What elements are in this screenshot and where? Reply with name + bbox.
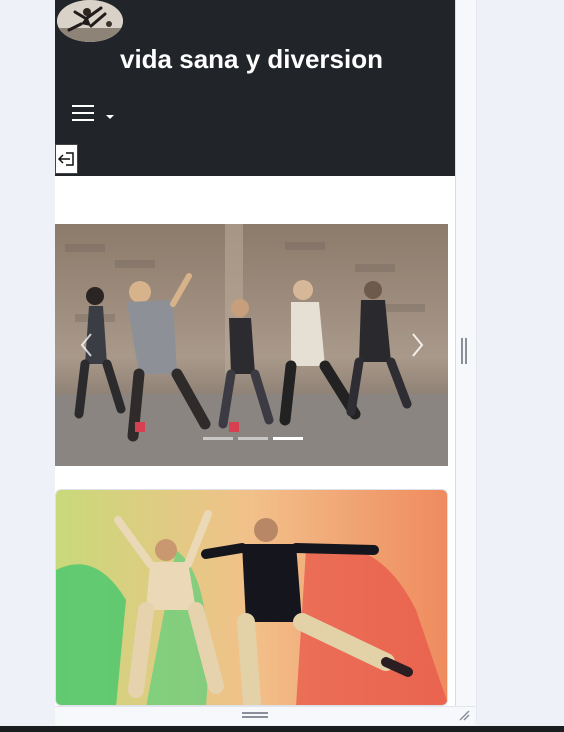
card-image: [55, 489, 448, 706]
caret-down-icon[interactable]: [106, 115, 114, 119]
taskbar-edge: [0, 726, 564, 732]
carousel-next-button[interactable]: [407, 330, 427, 360]
page-viewport: vida sana y diversion: [55, 0, 456, 706]
carousel-indicators: [55, 437, 448, 443]
resize-handle-bottom[interactable]: [242, 712, 268, 718]
logo[interactable]: [57, 0, 123, 42]
group-dancers-photo: [55, 224, 448, 466]
back-button[interactable]: [55, 144, 78, 174]
arrow-left-exit-icon: [57, 152, 74, 166]
menu-toggle-button[interactable]: [71, 100, 117, 128]
carousel-prev-button[interactable]: [77, 330, 97, 360]
resize-handle-right[interactable]: [461, 338, 467, 364]
carousel-indicator[interactable]: [203, 437, 233, 440]
carousel-indicator-active[interactable]: [273, 437, 303, 440]
chevron-left-icon: [80, 333, 92, 357]
dancing-couple-photo: [56, 490, 447, 705]
site-header: vida sana y diversion: [55, 0, 455, 176]
resize-corner-icon[interactable]: [458, 709, 470, 721]
breakdancer-icon: [57, 0, 123, 42]
image-carousel: [55, 224, 448, 466]
site-title: vida sana y diversion: [119, 44, 383, 74]
chevron-right-icon: [412, 333, 424, 357]
carousel-indicator[interactable]: [238, 437, 268, 440]
